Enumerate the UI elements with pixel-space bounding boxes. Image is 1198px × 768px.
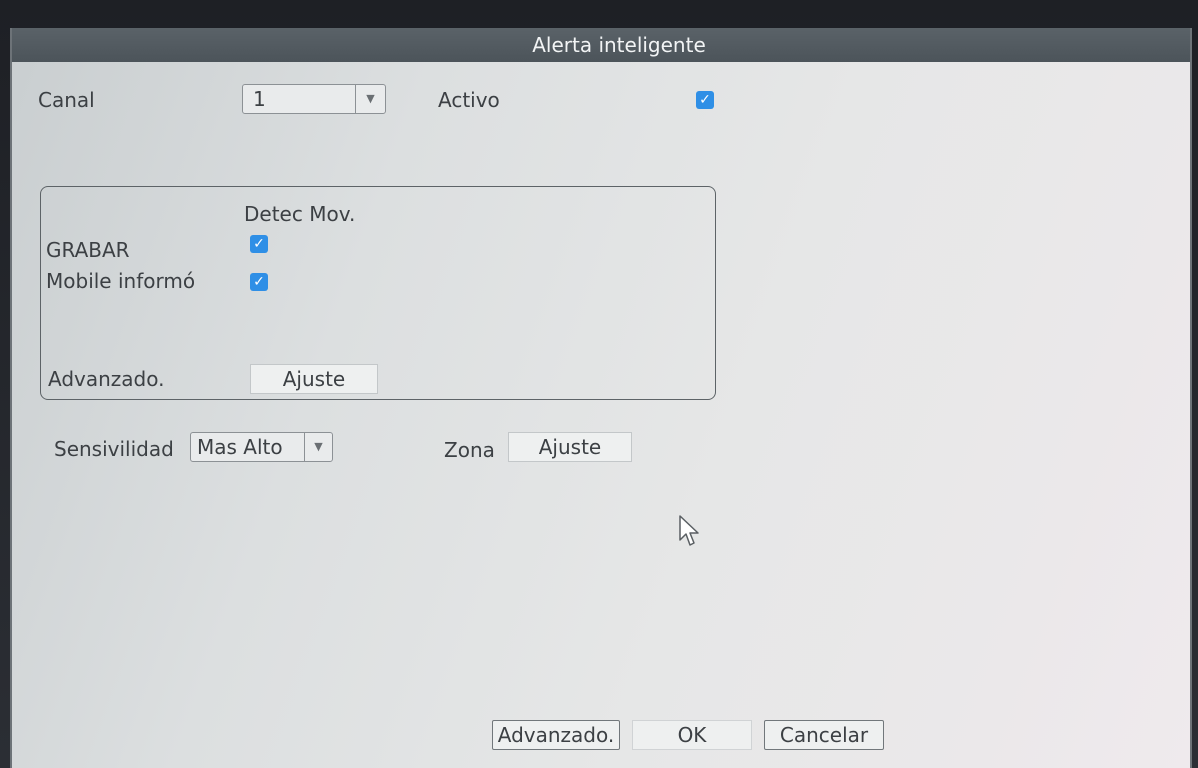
ok-button[interactable]: OK: [632, 720, 752, 750]
chevron-down-icon[interactable]: ▼: [304, 433, 332, 461]
channel-label: Canal: [38, 88, 95, 112]
record-label: GRABAR: [46, 238, 130, 262]
channel-value: 1: [253, 87, 266, 111]
active-checkbox[interactable]: ✓: [696, 91, 714, 109]
zone-label: Zona: [444, 438, 495, 462]
record-checkbox[interactable]: ✓: [250, 235, 268, 253]
sensitivity-value: Mas Alto: [197, 435, 283, 459]
active-label: Activo: [438, 88, 500, 112]
mouse-pointer-icon: [679, 515, 699, 546]
footer-advanced-button[interactable]: Advanzado.: [492, 720, 620, 750]
advanced-settings-button[interactable]: Ajuste: [250, 364, 378, 394]
cancel-button[interactable]: Cancelar: [764, 720, 884, 750]
chevron-down-icon[interactable]: ▼: [355, 85, 385, 113]
motion-detection-column-header: Detec Mov.: [244, 202, 356, 226]
mobile-notify-label: Mobile informó: [46, 269, 196, 293]
screen-background: Alerta inteligente Canal 1 ▼ Activo ✓ De…: [0, 0, 1198, 768]
check-icon: ✓: [253, 274, 265, 290]
check-icon: ✓: [253, 236, 265, 252]
advanced-label: Advanzado.: [48, 367, 165, 391]
sensitivity-label: Sensivilidad: [54, 437, 174, 461]
sensitivity-select[interactable]: Mas Alto ▼: [190, 432, 333, 462]
smart-alert-dialog: Alerta inteligente Canal 1 ▼ Activo ✓ De…: [10, 28, 1192, 768]
check-icon: ✓: [699, 92, 711, 108]
mobile-notify-checkbox[interactable]: ✓: [250, 273, 268, 291]
channel-select[interactable]: 1 ▼: [242, 84, 386, 114]
zone-settings-button[interactable]: Ajuste: [508, 432, 632, 462]
dialog-title: Alerta inteligente: [12, 28, 1190, 62]
